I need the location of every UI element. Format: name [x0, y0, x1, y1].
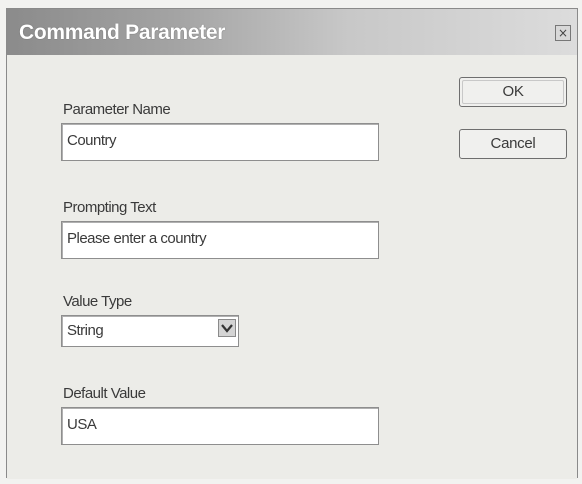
ok-button-focus-frame — [462, 80, 564, 104]
parameter-name-value: Country — [67, 132, 117, 149]
prompting-text-field[interactable]: Please enter a country — [61, 221, 379, 259]
value-type-select[interactable]: String — [61, 315, 239, 347]
prompting-text-label: Prompting Text — [63, 199, 156, 216]
cancel-button[interactable]: Cancel — [459, 129, 567, 159]
cancel-button-label: Cancel — [490, 135, 536, 152]
close-button[interactable]: × — [555, 25, 571, 41]
parameter-name-field[interactable]: Country — [61, 123, 379, 161]
chevron-down-icon — [221, 324, 233, 333]
command-parameter-dialog: Command Parameter × Parameter Name Count… — [6, 8, 578, 479]
parameter-name-label: Parameter Name — [63, 101, 171, 118]
prompting-text-value: Please enter a country — [67, 230, 207, 247]
value-type-value: String — [67, 322, 104, 339]
dialog-body: Parameter Name Country Prompting Text Pl… — [7, 55, 577, 479]
title-bar[interactable]: Command Parameter × — [7, 9, 577, 55]
default-value-field[interactable]: USA — [61, 407, 379, 445]
dropdown-button[interactable] — [218, 319, 236, 337]
ok-button[interactable]: OK — [459, 77, 567, 107]
value-type-label: Value Type — [63, 293, 132, 310]
default-value-value: USA — [67, 416, 97, 433]
close-icon: × — [557, 26, 569, 40]
dialog-title: Command Parameter — [19, 21, 226, 44]
default-value-label: Default Value — [63, 385, 146, 402]
